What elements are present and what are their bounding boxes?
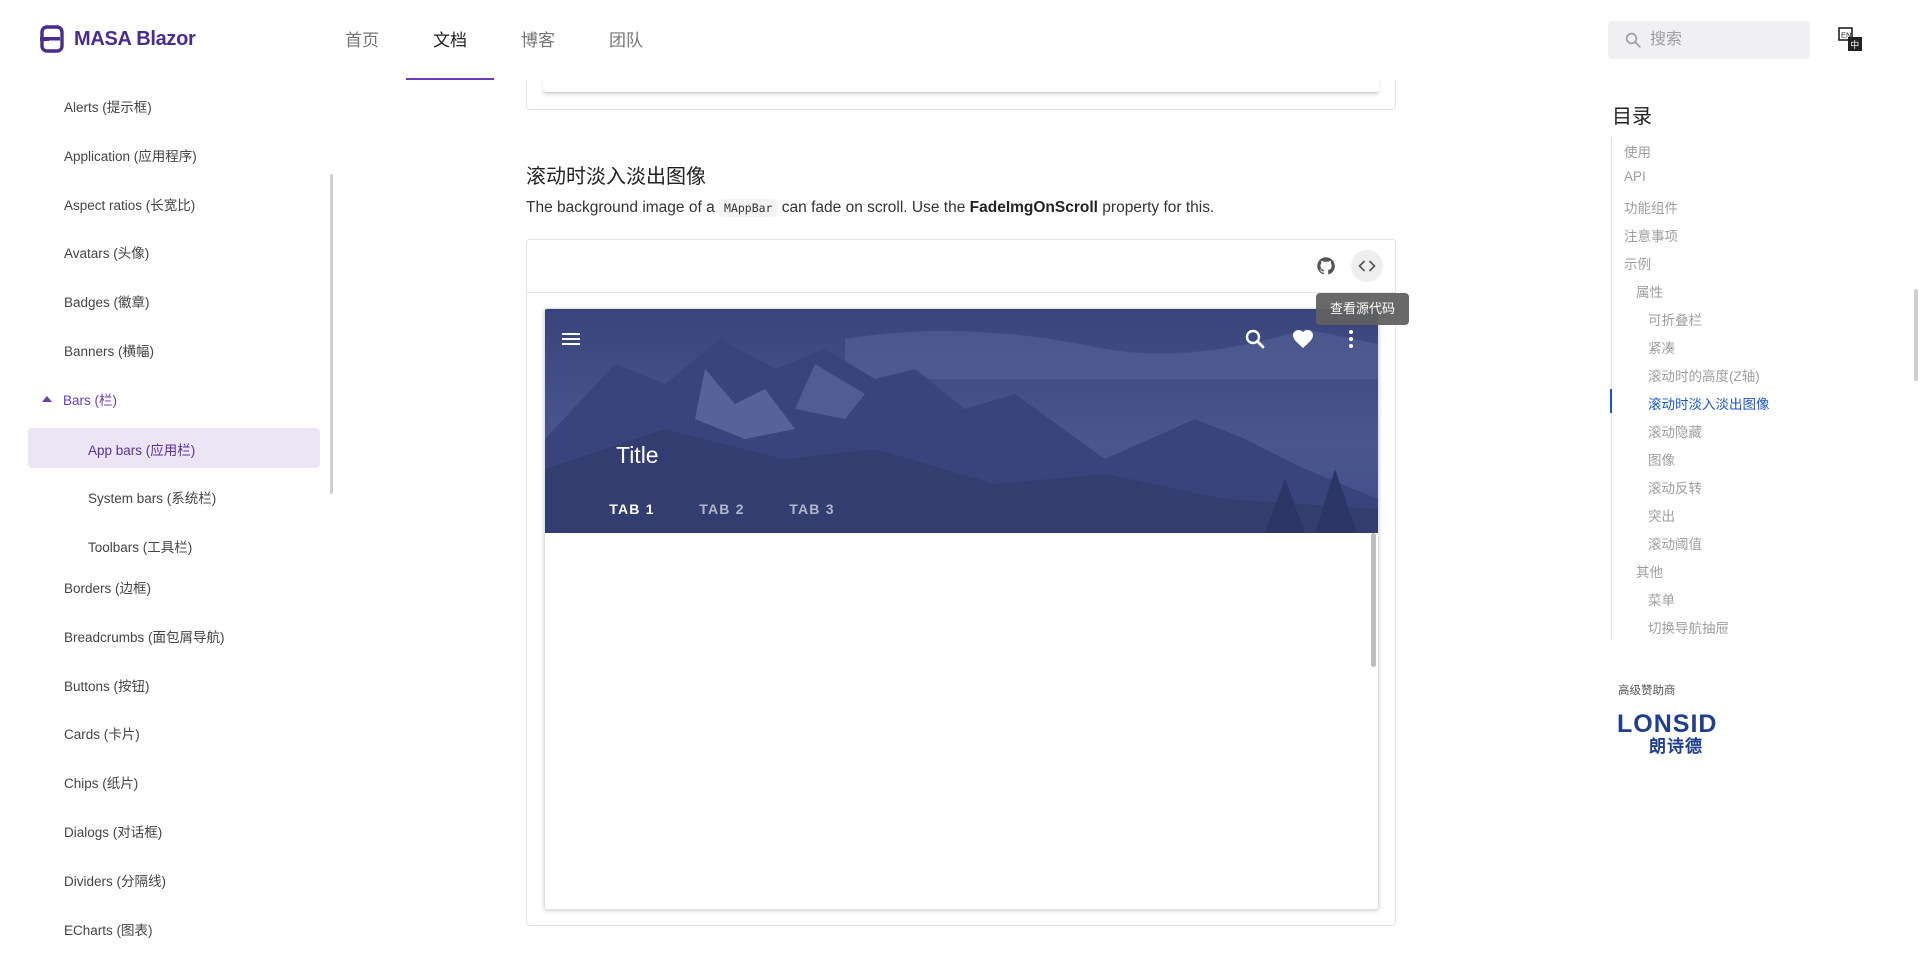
svg-text:中: 中	[1850, 39, 1859, 50]
sidebar-item-borders[interactable]: Borders (边框)	[64, 577, 151, 597]
toc-item-hide-on-scroll[interactable]: 滚动隐藏	[1648, 421, 1702, 441]
sidebar-item-toolbars[interactable]: Toolbars (工具栏)	[88, 536, 192, 556]
github-button[interactable]	[1310, 250, 1342, 282]
app-bar-tabs: TAB 1 TAB 2 TAB 3	[587, 495, 857, 533]
section-description: The background image of a MAppBar can fa…	[526, 199, 1214, 217]
sidebar-item-system-bars[interactable]: System bars (系统栏)	[88, 487, 216, 507]
sidebar-item-avatars[interactable]: Avatars (头像)	[64, 242, 149, 262]
toc-item-misc[interactable]: 其他	[1636, 561, 1663, 581]
sidebar-scrollbar[interactable]	[330, 174, 333, 494]
demo-scrollbar[interactable]	[1371, 533, 1376, 667]
sidebar-item-dialogs[interactable]: Dialogs (对话框)	[64, 821, 162, 841]
toc-item-props[interactable]: 属性	[1636, 281, 1663, 301]
demo-viewport: Title TAB 1 TAB 2 TAB 3	[544, 308, 1379, 910]
toc-item-menu[interactable]: 菜单	[1648, 589, 1675, 609]
sidebar-item-dividers[interactable]: Dividers (分隔线)	[64, 870, 166, 890]
toc-item-inverted-scroll[interactable]: 滚动反转	[1648, 477, 1702, 497]
desc-text-3: property for this.	[1102, 199, 1215, 216]
sidebar-item-label: App bars (应用栏)	[88, 443, 196, 458]
sidebar-item-echarts[interactable]: ECharts (图表)	[64, 919, 153, 939]
sponsor-logo-cn: 朗诗德	[1649, 737, 1703, 756]
toc-item-collapse[interactable]: 可折叠栏	[1648, 309, 1702, 329]
desc-code: MAppBar	[719, 199, 778, 217]
code-icon	[1358, 260, 1376, 272]
sidebar-item-cards[interactable]: Cards (卡片)	[64, 723, 140, 743]
sidebar-item-alerts[interactable]: Alerts (提示框)	[64, 96, 152, 116]
tab-2[interactable]: TAB 2	[677, 495, 767, 533]
nav-team[interactable]: 团队	[582, 0, 670, 80]
example-toolbar	[527, 240, 1395, 293]
sidebar-item-buttons[interactable]: Buttons (按钮)	[64, 675, 150, 695]
top-header: MASA Blazor 首页 文档 博客 团队 EN 中	[0, 0, 1920, 80]
github-icon	[1317, 257, 1335, 275]
toc-item-toggle-nav-drawer[interactable]: 切换导航抽屉	[1648, 617, 1729, 637]
caret-up-icon	[42, 396, 52, 403]
toc-item-image[interactable]: 图像	[1648, 449, 1675, 469]
sidebar-item-application[interactable]: Application (应用程序)	[64, 145, 197, 165]
toc-active-indicator	[1610, 389, 1612, 413]
app-bar-title: Title	[616, 442, 659, 468]
sidebar-item-badges[interactable]: Badges (徽章)	[64, 291, 150, 311]
masa-blazor-logo[interactable]: MASA Blazor	[40, 25, 196, 53]
toc-item-examples[interactable]: 示例	[1624, 253, 1651, 273]
sidebar-group-label: Bars (栏)	[63, 393, 117, 408]
sidebar-group-bars[interactable]: Bars (栏)	[42, 389, 117, 409]
toc-item-dense[interactable]: 紧凑	[1648, 337, 1675, 357]
search-icon	[1625, 32, 1641, 48]
sponsor-logo-en: LONSID	[1617, 710, 1718, 738]
example-card: Title TAB 1 TAB 2 TAB 3	[526, 239, 1396, 926]
toc-item-caveats[interactable]: 注意事项	[1624, 225, 1678, 245]
section-title: 滚动时淡入淡出图像	[526, 166, 706, 188]
view-source-button[interactable]	[1351, 250, 1383, 282]
demo-app-bar: Title TAB 1 TAB 2 TAB 3	[545, 309, 1378, 533]
sidebar-item-aspect-ratios[interactable]: Aspect ratios (长宽比)	[64, 194, 195, 214]
tab-3[interactable]: TAB 3	[767, 495, 857, 533]
toc-item-components[interactable]: 功能组件	[1624, 197, 1678, 217]
left-sidebar: Alerts (提示框) Application (应用程序) Aspect r…	[0, 80, 333, 961]
toc-title: 目录	[1612, 106, 1652, 128]
toc-item-usage[interactable]: 使用	[1624, 141, 1651, 161]
toc-item-api[interactable]: API	[1624, 169, 1646, 184]
menu-icon[interactable]	[559, 327, 583, 351]
sidebar-item-banners[interactable]: Banners (横幅)	[64, 340, 154, 360]
heart-icon[interactable]	[1291, 327, 1315, 351]
nav-home[interactable]: 首页	[318, 0, 406, 80]
sidebar-item-chips[interactable]: Chips (纸片)	[64, 772, 138, 792]
more-vertical-icon[interactable]	[1339, 327, 1363, 351]
search-box[interactable]	[1608, 21, 1810, 59]
nav-docs[interactable]: 文档	[406, 0, 494, 80]
nav-blog[interactable]: 博客	[494, 0, 582, 80]
top-nav: 首页 文档 博客 团队	[318, 0, 670, 80]
toc-item-elevate-on-scroll[interactable]: 滚动时的高度(Z轴)	[1648, 365, 1760, 385]
sponsor-logo-lonsid[interactable]: LONSID 朗诗德	[1617, 712, 1735, 757]
tab-1[interactable]: TAB 1	[587, 495, 677, 533]
sidebar-item-app-bars[interactable]: App bars (应用栏)	[28, 428, 320, 468]
toc-item-prominent[interactable]: 突出	[1648, 505, 1675, 525]
desc-text-2: can fade on scroll. Use the	[781, 199, 966, 216]
masa-logo-icon	[40, 25, 64, 53]
page-scrollbar[interactable]	[1914, 289, 1918, 381]
search-icon[interactable]	[1243, 327, 1267, 351]
view-source-tooltip: 查看源代码	[1316, 293, 1410, 325]
logo-text: MASA Blazor	[74, 27, 196, 50]
language-switch-icon[interactable]: EN 中	[1838, 27, 1864, 53]
toc-item-scroll-threshold[interactable]: 滚动阈值	[1648, 533, 1702, 553]
sidebar-item-breadcrumbs[interactable]: Breadcrumbs (面包屑导航)	[64, 626, 225, 646]
sponsor-label: 高级赞助商	[1618, 685, 1676, 697]
desc-bold: FadeImgOnScroll	[969, 199, 1098, 216]
toc-item-fade-img-on-scroll[interactable]: 滚动时淡入淡出图像	[1648, 393, 1770, 413]
desc-text-1: The background image of a	[526, 199, 715, 216]
search-input[interactable]	[1648, 30, 1802, 50]
